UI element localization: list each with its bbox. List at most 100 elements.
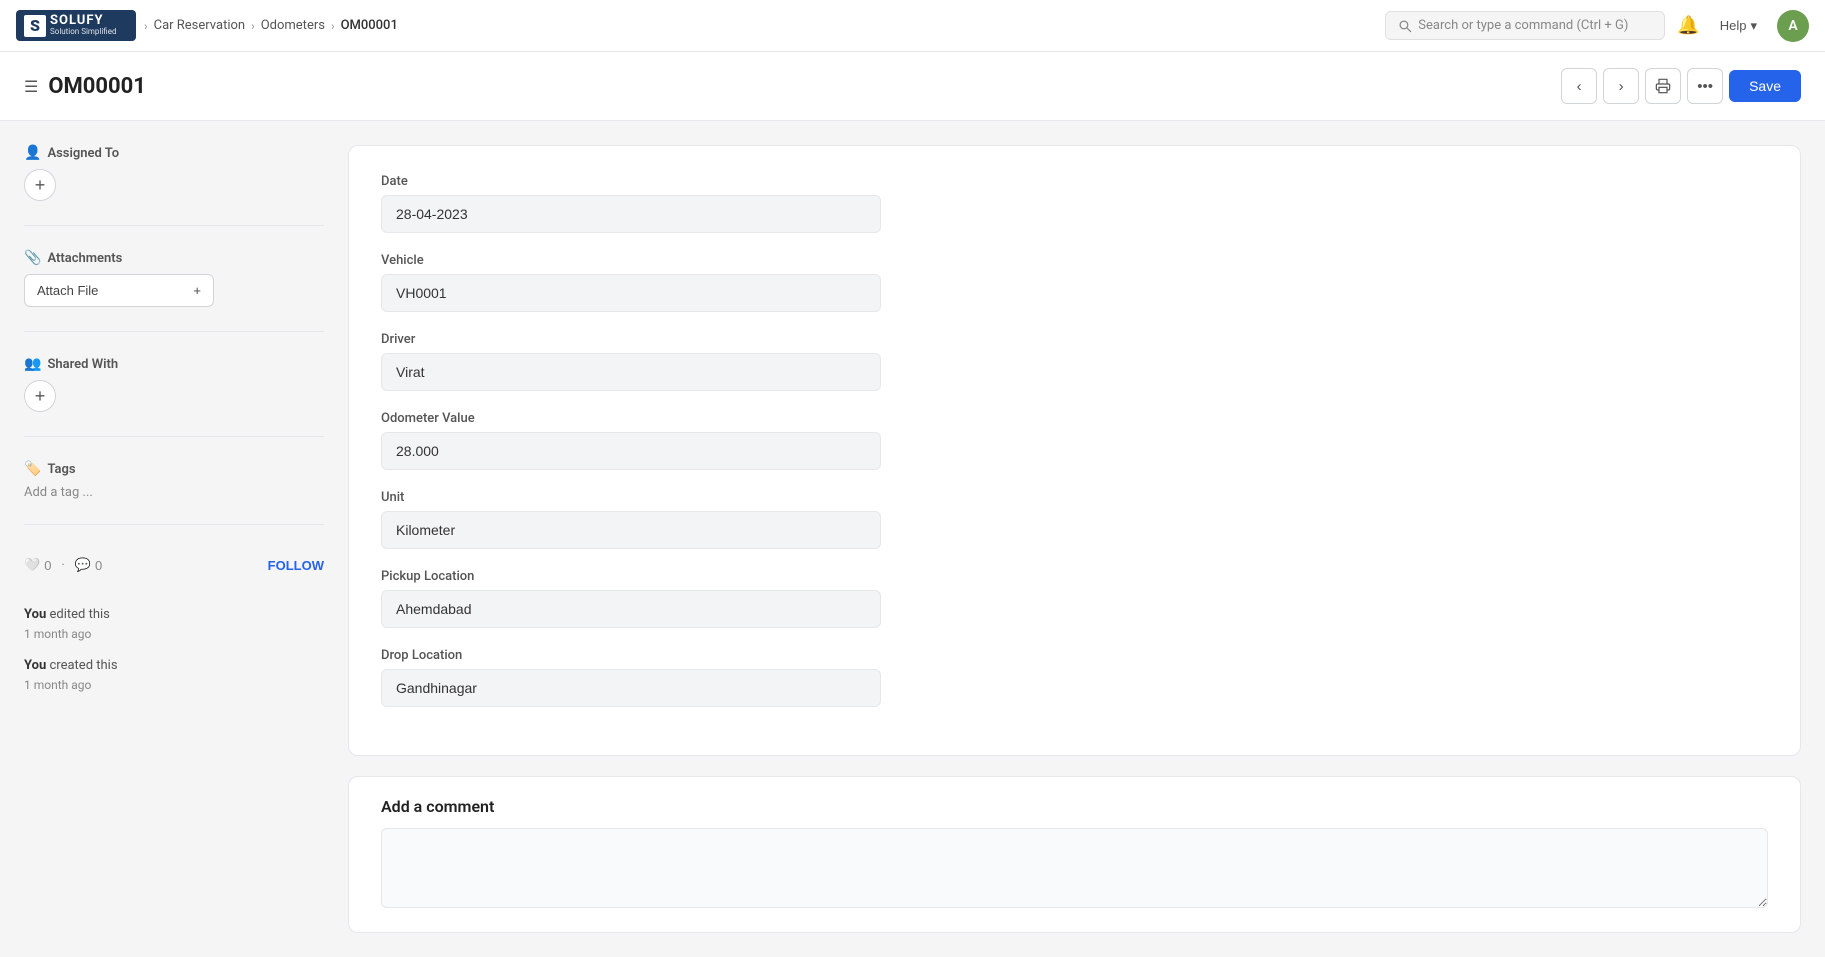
- drop-label: Drop Location: [381, 648, 1768, 663]
- breadcrumb-sep-1: ›: [251, 19, 255, 33]
- vehicle-group: Vehicle: [381, 253, 1768, 312]
- chevron-down-icon: ▾: [1750, 18, 1757, 34]
- search-bar[interactable]: Search or type a command (Ctrl + G): [1385, 11, 1665, 40]
- attachments-section: 📎 Attachments Attach File +: [24, 250, 324, 307]
- driver-input[interactable]: [381, 353, 881, 391]
- add-assigned-button[interactable]: +: [24, 169, 56, 201]
- pickup-group: Pickup Location: [381, 569, 1768, 628]
- tags-label: Tags: [47, 462, 75, 477]
- attach-file-button[interactable]: Attach File +: [24, 274, 214, 307]
- help-label: Help: [1720, 18, 1747, 33]
- unit-group: Unit: [381, 490, 1768, 549]
- page-title: OM00001: [48, 74, 146, 99]
- drop-group: Drop Location: [381, 648, 1768, 707]
- attachments-label: Attachments: [47, 251, 122, 266]
- logo-s-icon: S: [24, 15, 46, 37]
- dot-separator: ·: [61, 558, 64, 573]
- activity-time-0: 1 month ago: [24, 627, 91, 641]
- comments-count: 0: [95, 558, 102, 573]
- like-button[interactable]: 🤍 0: [24, 557, 51, 573]
- divider-4: [24, 524, 324, 525]
- shared-with-section: 👥 Shared With +: [24, 356, 324, 412]
- print-button[interactable]: [1645, 68, 1681, 104]
- vehicle-input[interactable]: [381, 274, 881, 312]
- search-placeholder: Search or type a command (Ctrl + G): [1418, 18, 1628, 33]
- breadcrumb-odometers[interactable]: Odometers: [261, 18, 325, 33]
- follow-button[interactable]: FOLLOW: [268, 558, 324, 573]
- breadcrumb-sep-0: ›: [144, 19, 148, 33]
- add-shared-button[interactable]: +: [24, 380, 56, 412]
- driver-group: Driver: [381, 332, 1768, 391]
- divider-3: [24, 436, 324, 437]
- tags-section: 🏷️ Tags Add a tag ...: [24, 461, 324, 500]
- driver-label: Driver: [381, 332, 1768, 347]
- activity-time-1: 1 month ago: [24, 678, 91, 692]
- notification-bell-icon[interactable]: 🔔: [1677, 15, 1699, 36]
- topnav-right: Search or type a command (Ctrl + G) 🔔 He…: [1385, 10, 1809, 42]
- assigned-to-section: 👤 Assigned To +: [24, 145, 324, 201]
- page-title-row: ☰ OM00001: [24, 74, 146, 99]
- odometer-label: Odometer Value: [381, 411, 1768, 426]
- heart-icon: 🤍: [24, 557, 40, 573]
- activity-log: You edited this 1 month ago You created …: [24, 605, 324, 695]
- search-icon: [1398, 19, 1412, 33]
- date-input[interactable]: [381, 195, 881, 233]
- date-group: Date: [381, 174, 1768, 233]
- comment-title: Add a comment: [381, 797, 1768, 816]
- avatar[interactable]: A: [1777, 10, 1809, 42]
- activity-action-1: created this: [46, 658, 117, 673]
- tags-title: 🏷️ Tags: [24, 461, 324, 477]
- attachments-title: 📎 Attachments: [24, 250, 324, 266]
- activity-row: 🤍 0 · 💬 0 FOLLOW: [24, 557, 324, 573]
- drop-input[interactable]: [381, 669, 881, 707]
- activity-item-0: You edited this 1 month ago: [24, 605, 324, 644]
- shared-with-title: 👥 Shared With: [24, 356, 324, 372]
- shared-with-label: Shared With: [47, 357, 118, 372]
- pickup-input[interactable]: [381, 590, 881, 628]
- paperclip-icon: 📎: [24, 250, 41, 266]
- comment-button[interactable]: 💬 0: [75, 557, 102, 573]
- breadcrumb-current: OM00001: [341, 18, 398, 33]
- breadcrumb-sep-2: ›: [331, 19, 335, 33]
- sidebar: 👤 Assigned To + 📎 Attachments Attach Fil…: [24, 145, 324, 933]
- breadcrumb: › Car Reservation › Odometers › OM00001: [144, 18, 398, 33]
- logo-text: SOLUFY Solution Simplified: [50, 14, 116, 37]
- assigned-to-label: Assigned To: [47, 146, 119, 161]
- odometer-input[interactable]: [381, 432, 881, 470]
- odometer-group: Odometer Value: [381, 411, 1768, 470]
- form-card: Date Vehicle Driver Odometer Value Unit: [348, 145, 1801, 756]
- activity-action-0: edited this: [46, 607, 110, 622]
- help-button[interactable]: Help ▾: [1712, 14, 1765, 38]
- plus-icon: +: [193, 283, 201, 298]
- assigned-to-title: 👤 Assigned To: [24, 145, 324, 161]
- logo[interactable]: S SOLUFY Solution Simplified: [16, 10, 136, 41]
- date-label: Date: [381, 174, 1768, 189]
- activity-item-1: You created this 1 month ago: [24, 656, 324, 695]
- comment-input[interactable]: [381, 828, 1768, 908]
- hamburger-icon[interactable]: ☰: [24, 77, 38, 96]
- people-icon: 👥: [24, 356, 41, 372]
- main-layout: 👤 Assigned To + 📎 Attachments Attach Fil…: [0, 121, 1825, 957]
- vehicle-label: Vehicle: [381, 253, 1768, 268]
- top-navigation: S SOLUFY Solution Simplified › Car Reser…: [0, 0, 1825, 52]
- activity-user-1: You: [24, 658, 46, 673]
- divider-2: [24, 331, 324, 332]
- more-options-button[interactable]: •••: [1687, 68, 1723, 104]
- tag-icon: 🏷️: [24, 461, 41, 477]
- likes-count: 0: [44, 558, 51, 573]
- add-tag-placeholder[interactable]: Add a tag ...: [24, 485, 324, 500]
- breadcrumb-car-reservation[interactable]: Car Reservation: [154, 18, 245, 33]
- unit-input[interactable]: [381, 511, 881, 549]
- content-area: Date Vehicle Driver Odometer Value Unit: [324, 145, 1801, 933]
- save-button[interactable]: Save: [1729, 70, 1801, 102]
- comment-card: Add a comment: [348, 776, 1801, 933]
- comment-icon: 💬: [75, 557, 91, 573]
- activity-user-0: You: [24, 607, 46, 622]
- unit-label: Unit: [381, 490, 1768, 505]
- toolbar-right: ‹ › ••• Save: [1561, 68, 1801, 104]
- pickup-label: Pickup Location: [381, 569, 1768, 584]
- attach-file-label: Attach File: [37, 283, 98, 298]
- page-header: ☰ OM00001 ‹ › ••• Save: [0, 52, 1825, 121]
- prev-button[interactable]: ‹: [1561, 68, 1597, 104]
- next-button[interactable]: ›: [1603, 68, 1639, 104]
